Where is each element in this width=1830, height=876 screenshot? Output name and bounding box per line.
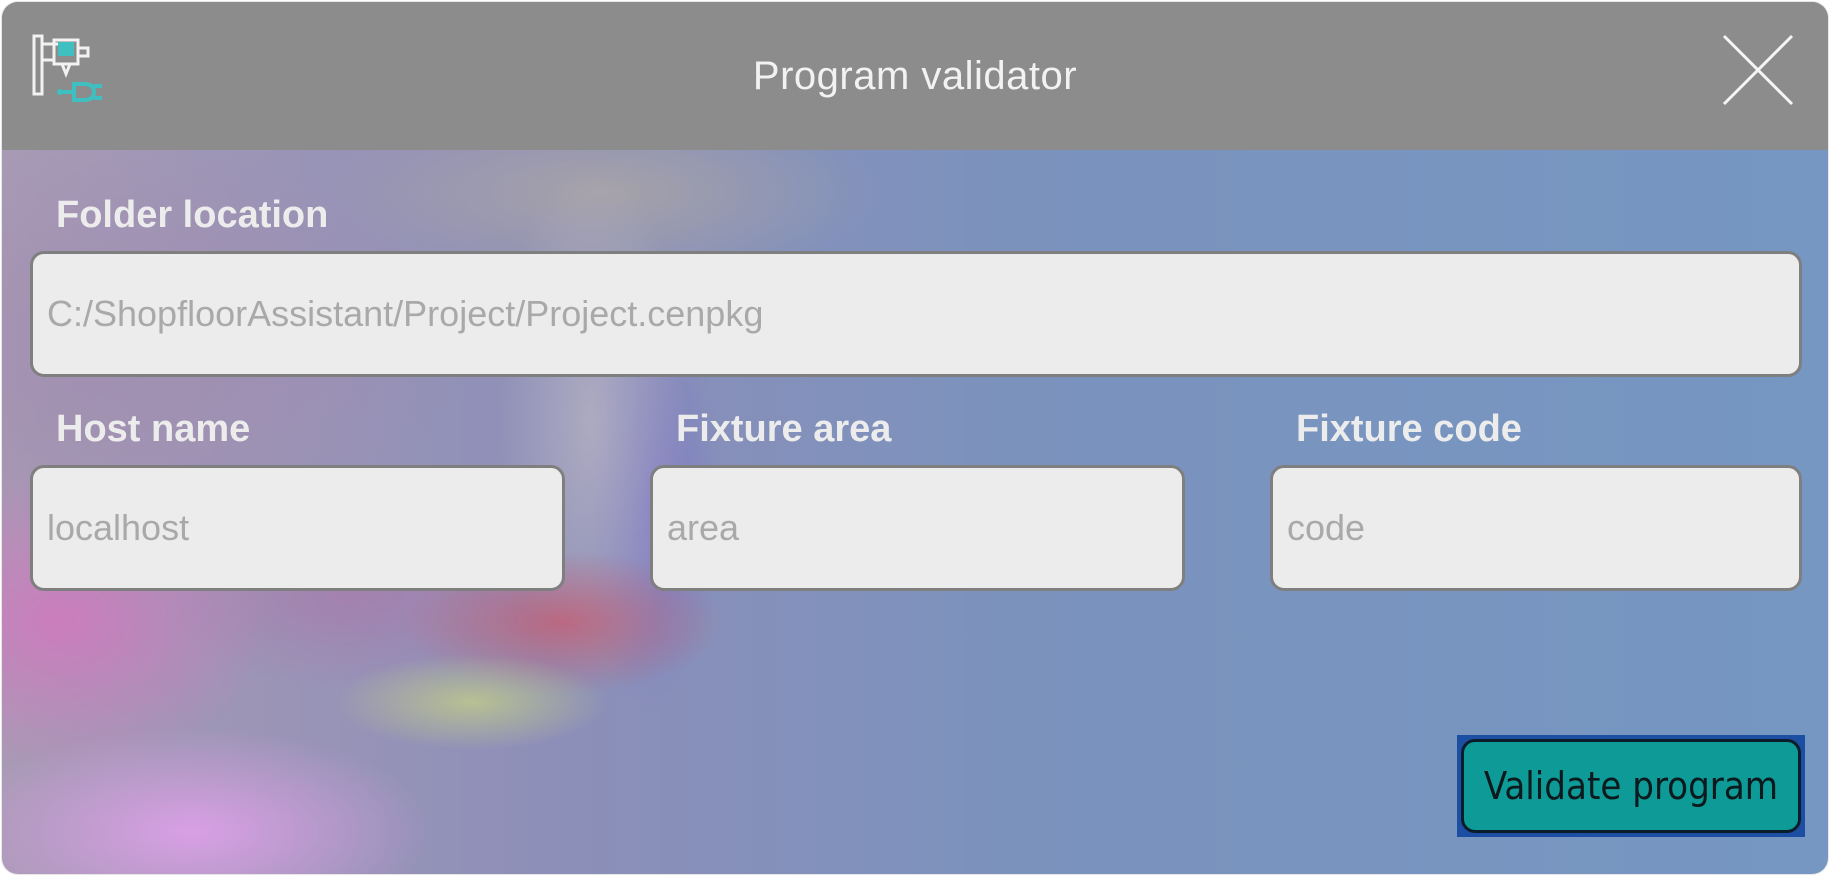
close-icon[interactable]: [1720, 32, 1796, 108]
fixture-code-input[interactable]: code: [1270, 465, 1802, 591]
validate-program-label: Validate program: [1461, 739, 1801, 833]
fixture-area-input[interactable]: area: [650, 465, 1185, 591]
fixture-code-label: Fixture code: [1296, 408, 1522, 450]
fixture-area-label: Fixture area: [676, 408, 892, 450]
folder-location-input[interactable]: C:/ShopfloorAssistant/Project/Project.ce…: [30, 251, 1802, 377]
host-name-label: Host name: [56, 408, 251, 450]
validate-program-button[interactable]: Validate program: [1457, 735, 1805, 837]
host-name-input[interactable]: localhost: [30, 465, 565, 591]
title-bar: Program validator: [2, 2, 1828, 150]
folder-location-label: Folder location: [56, 194, 329, 236]
window-title: Program validator: [752, 54, 1078, 98]
program-validator-dialog: Program validator Folder location C:/Sho…: [2, 2, 1828, 874]
